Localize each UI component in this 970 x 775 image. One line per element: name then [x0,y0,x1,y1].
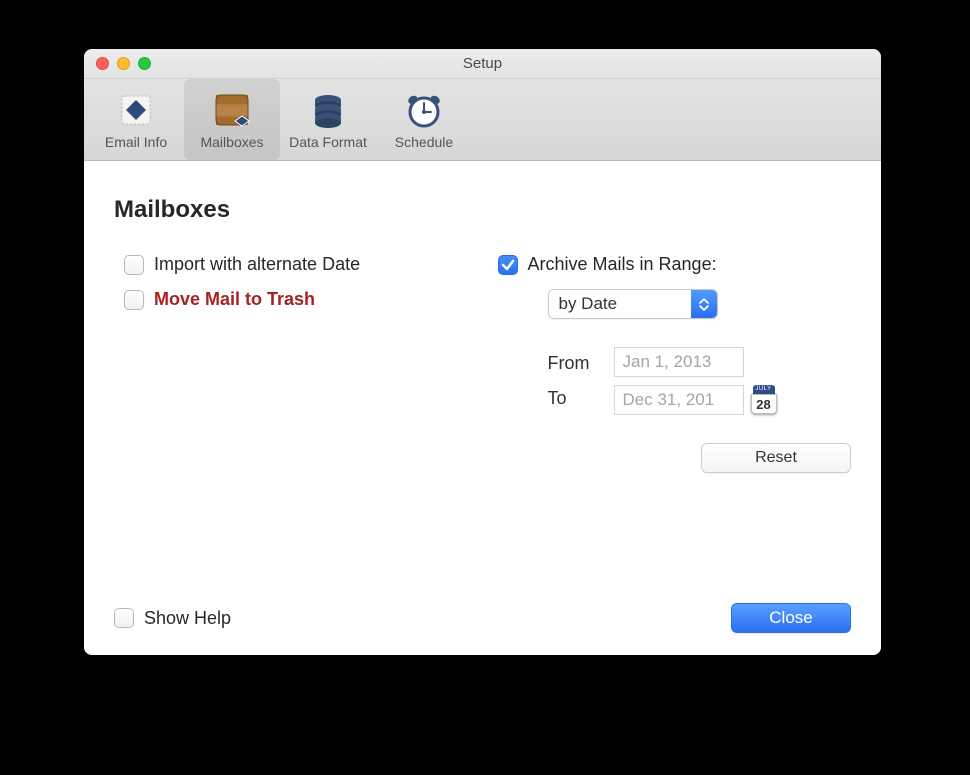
calendar-picker-icon[interactable]: JULY 28 [750,385,778,415]
from-label: From [548,353,590,374]
content-pane: Mailboxes Import with alternate Date Mov… [84,161,881,655]
option-label: Import with alternate Date [154,254,360,275]
mailbox-crate-icon [212,90,252,130]
option-label: Move Mail to Trash [154,289,315,310]
zoom-window-button[interactable] [138,57,151,70]
button-label: Reset [755,449,797,467]
option-label: Archive Mails in Range: [528,254,717,275]
option-move-to-trash[interactable]: Move Mail to Trash [124,289,478,310]
right-column: Archive Mails in Range: by Date [498,254,852,473]
page-title: Mailboxes [114,196,851,224]
window-title: Setup [463,55,502,72]
checkbox-icon[interactable] [124,290,144,310]
toolbar-item-schedule[interactable]: Schedule [376,79,472,160]
toolbar-item-email-info[interactable]: Email Info [88,79,184,160]
option-import-alternate-date[interactable]: Import with alternate Date [124,254,478,275]
toolbar-item-label: Mailboxes [200,134,263,150]
database-stack-icon [308,90,348,130]
toolbar: Email Info Mailboxes [84,79,881,161]
from-date-input[interactable] [614,347,744,377]
to-date-input[interactable] [614,385,744,415]
minimize-window-button[interactable] [117,57,130,70]
footer: Show Help Close [114,603,851,633]
reset-button[interactable]: Reset [701,443,851,473]
checkbox-icon[interactable] [124,255,144,275]
option-archive-range[interactable]: Archive Mails in Range: [498,254,852,275]
toolbar-item-label: Schedule [395,134,453,150]
option-label: Show Help [144,608,231,629]
checkbox-icon[interactable] [114,608,134,628]
close-button[interactable]: Close [731,603,851,633]
close-window-button[interactable] [96,57,109,70]
range-mode-select[interactable]: by Date [548,289,718,319]
diamond-stamp-icon [116,90,156,130]
select-value: by Date [549,290,691,318]
to-label: To [548,388,590,409]
checkbox-icon[interactable] [498,255,518,275]
calendar-month-label: JULY [753,385,775,394]
alarm-clock-icon [404,90,444,130]
calendar-day-label: 28 [751,394,777,414]
window-controls [96,57,151,70]
toolbar-item-label: Data Format [289,134,367,150]
left-column: Import with alternate Date Move Mail to … [114,254,478,473]
button-label: Close [769,608,812,628]
toolbar-item-label: Email Info [105,134,167,150]
titlebar: Setup [84,49,881,79]
toolbar-item-data-format[interactable]: Data Format [280,79,376,160]
option-show-help[interactable]: Show Help [114,608,231,629]
setup-window: Setup Email Info [84,49,881,655]
select-stepper-icon [691,290,717,318]
toolbar-item-mailboxes[interactable]: Mailboxes [184,79,280,160]
